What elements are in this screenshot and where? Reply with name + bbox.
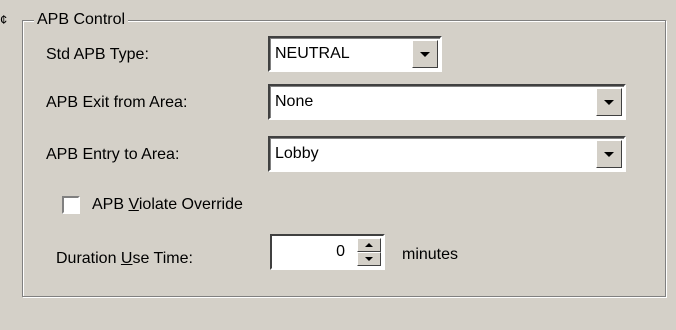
apb-exit-value: None [275,93,314,110]
apb-entry-dropdown-button[interactable] [596,140,622,168]
groupbox-title: APB Control [34,10,129,30]
violate-override-label-post: iolate Override [138,196,243,213]
std-apb-type-combo[interactable]: NEUTRAL [268,36,442,72]
apb-entry-value: Lobby [275,145,319,162]
duration-label-pre: Duration [56,250,121,267]
apb-exit-label: APB Exit from Area: [46,94,188,111]
duration-label: Duration Use Time: [56,248,193,270]
violate-override-label-pre: APB [92,196,129,213]
apb-exit-combo[interactable]: None [268,84,626,120]
violate-override-accelerator: V [128,196,139,213]
duration-accelerator: U [120,250,133,267]
chevron-down-icon [420,52,430,57]
chevron-down-icon [604,152,614,157]
chevron-down-icon [604,100,614,105]
left-edge-fragment: ¢ [0,12,8,27]
duration-label-post: se Time: [132,250,193,267]
apb-entry-combo[interactable]: Lobby [268,136,626,172]
spin-up-button[interactable] [357,238,381,252]
violate-override-label[interactable]: APB Violate Override [92,194,243,216]
std-apb-type-value: NEUTRAL [275,45,350,62]
arrow-up-icon [365,243,373,247]
spin-down-button[interactable] [357,252,381,266]
duration-spin-input[interactable]: 0 [270,234,385,270]
duration-value[interactable]: 0 [336,236,345,268]
std-apb-type-label: Std APB Type: [46,46,149,63]
duration-spin-buttons [357,238,381,266]
duration-unit-label: minutes [402,246,459,263]
std-apb-type-dropdown-button[interactable] [412,40,438,68]
violate-override-checkbox[interactable] [62,196,80,214]
arrow-down-icon [365,257,373,261]
apb-exit-dropdown-button[interactable] [596,88,622,116]
apb-entry-label: APB Entry to Area: [46,146,180,163]
